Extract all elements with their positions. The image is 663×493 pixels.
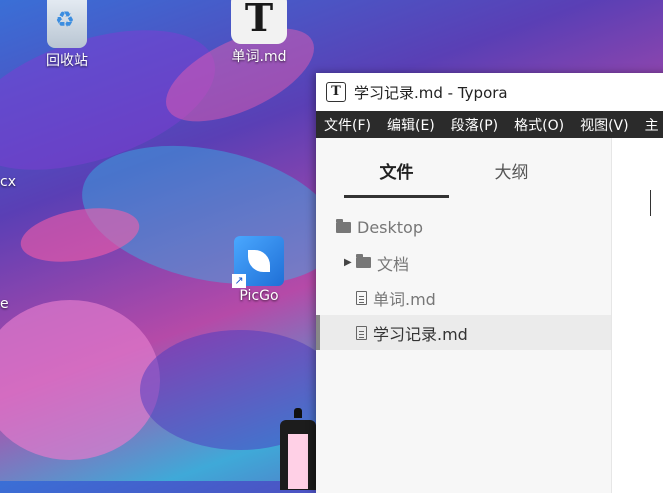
file-tree: Desktop ▶ 文档 单词.md 学习记录.md	[316, 210, 611, 350]
menu-theme[interactable]: 主	[637, 115, 663, 135]
text-cursor	[650, 190, 651, 216]
tree-item-desktop-folder[interactable]: Desktop	[316, 210, 611, 245]
menu-edit[interactable]: 编辑(E)	[379, 115, 443, 135]
tab-outline[interactable]: 大纲	[459, 138, 564, 198]
caret-right-icon[interactable]: ▶	[344, 257, 354, 268]
desktop-icon-label-partial[interactable]: cx	[0, 174, 16, 190]
menu-file[interactable]: 文件(F)	[316, 115, 379, 135]
file-sidebar: 文件 大纲 Desktop ▶ 文档 单词.md 学习记录.md	[316, 138, 611, 493]
picgo-app-icon: ↗	[232, 236, 284, 288]
typora-file-icon: T	[231, 0, 287, 44]
tree-item-label: 学习记录.md	[373, 324, 468, 344]
desktop-icon-label: 回收站	[46, 53, 88, 69]
tree-item-word-file[interactable]: 单词.md	[316, 280, 611, 315]
desktop-icon-picgo[interactable]: ↗ PicGo	[216, 236, 302, 304]
menu-bar: 文件(F) 编辑(E) 段落(P) 格式(O) 视图(V) 主	[316, 111, 663, 138]
sidebar-tabs: 文件 大纲	[316, 138, 611, 198]
typora-window: T 学习记录.md - Typora 文件(F) 编辑(E) 段落(P) 格式(…	[316, 73, 663, 493]
file-icon	[356, 290, 367, 305]
tree-item-label: Desktop	[357, 218, 423, 237]
typora-app-icon: T	[326, 82, 346, 102]
tree-item-label: 文档	[377, 254, 410, 274]
editor-pane[interactable]	[611, 138, 663, 493]
menu-format[interactable]: 格式(O)	[506, 115, 572, 135]
file-icon	[356, 325, 367, 340]
desktop-icon-word-file[interactable]: T 单词.md	[216, 0, 302, 66]
window-title: 学习记录.md - Typora	[354, 83, 508, 102]
tree-item-study-notes-file[interactable]: 学习记录.md	[316, 315, 611, 350]
wallpaper-shape	[0, 300, 160, 460]
desktop-icon-label-partial[interactable]: e	[0, 296, 9, 312]
shortcut-arrow-icon: ↗	[232, 274, 246, 288]
tree-item-label: 单词.md	[373, 289, 436, 309]
menu-view[interactable]: 视图(V)	[572, 115, 637, 135]
tab-files[interactable]: 文件	[344, 138, 449, 198]
recycle-bin-icon	[47, 0, 87, 48]
desktop-icon-recycle-bin[interactable]: 回收站	[24, 0, 110, 70]
desktop-icon-label: PicGo	[239, 288, 279, 304]
desktop-icon-label: 单词.md	[231, 49, 287, 65]
window-titlebar[interactable]: T 学习记录.md - Typora	[316, 73, 663, 111]
tree-item-docs-folder[interactable]: ▶ 文档	[316, 245, 611, 280]
lamp-illustration	[276, 408, 320, 490]
menu-paragraph[interactable]: 段落(P)	[443, 115, 506, 135]
folder-icon	[336, 219, 351, 233]
folder-icon	[356, 254, 371, 268]
